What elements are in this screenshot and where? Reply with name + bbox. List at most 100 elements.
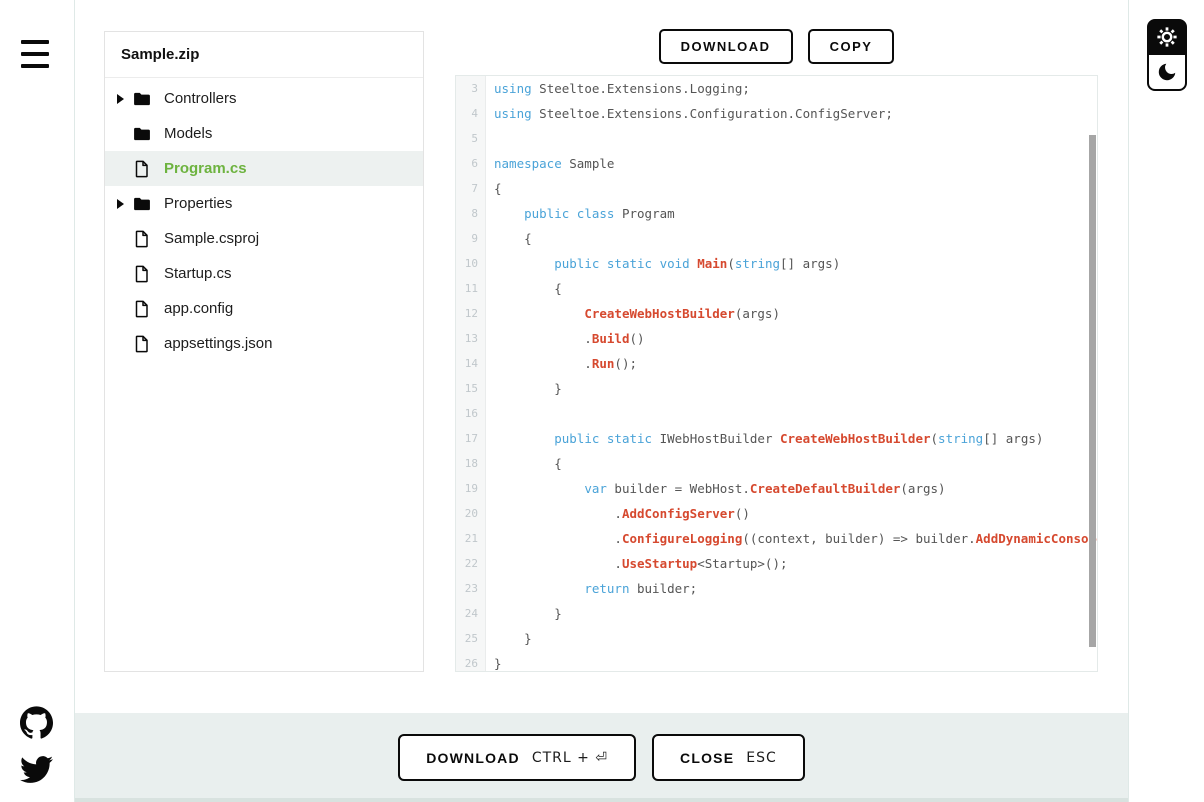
code-text: var builder = WebHost.CreateDefaultBuild… <box>486 476 1097 501</box>
code-line-3: 3using Steeltoe.Extensions.Logging; <box>456 76 1097 101</box>
code-text: .AddConfigServer() <box>486 501 1097 526</box>
code-line-21: 21 .ConfigureLogging((context, builder) … <box>456 526 1097 551</box>
line-number: 20 <box>456 501 486 526</box>
tree-item-models[interactable]: Models <box>105 116 423 151</box>
close-label: CLOSE <box>680 750 734 766</box>
tree-item-label: Sample.csproj <box>164 230 259 247</box>
download-shortcut: CTRL + ⏎ <box>532 750 608 766</box>
code-text: .UseStartup<Startup>(); <box>486 551 1097 576</box>
line-number: 3 <box>456 76 486 101</box>
line-number: 23 <box>456 576 486 601</box>
line-number: 17 <box>456 426 486 451</box>
github-icon[interactable] <box>20 706 53 739</box>
tree-item-program-cs[interactable]: Program.cs <box>105 151 423 186</box>
code-text: public class Program <box>486 201 1097 226</box>
code-line-22: 22 .UseStartup<Startup>(); <box>456 551 1097 576</box>
code-line-5: 5 <box>456 126 1097 151</box>
line-number: 18 <box>456 451 486 476</box>
code-line-15: 15 } <box>456 376 1097 401</box>
line-number: 8 <box>456 201 486 226</box>
tree-item-sample-csproj[interactable]: Sample.csproj <box>105 221 423 256</box>
code-line-26: 26} <box>456 651 1097 672</box>
right-rail <box>1128 0 1204 802</box>
menu-bar <box>21 40 49 44</box>
line-number: 5 <box>456 126 486 151</box>
caret-right-icon <box>117 94 132 104</box>
footer-action-bar: DOWNLOAD CTRL + ⏎ CLOSE ESC <box>75 713 1128 802</box>
code-line-20: 20 .AddConfigServer() <box>456 501 1097 526</box>
code-scrollbar[interactable] <box>1089 135 1096 647</box>
code-text: } <box>486 626 1097 651</box>
code-line-16: 16 <box>456 401 1097 426</box>
code-text: } <box>486 601 1097 626</box>
line-number: 14 <box>456 351 486 376</box>
file-icon <box>132 264 155 284</box>
tree-item-label: Startup.cs <box>164 265 232 282</box>
tree-item-app-config[interactable]: app.config <box>105 291 423 326</box>
caret-right-icon <box>117 199 124 209</box>
folder-icon <box>132 89 155 109</box>
file-icon <box>132 299 155 319</box>
line-number: 22 <box>456 551 486 576</box>
tree-item-label: Properties <box>164 195 232 212</box>
code-text <box>486 126 1097 151</box>
code-text: { <box>486 276 1097 301</box>
tree-item-controllers[interactable]: Controllers <box>105 81 423 116</box>
line-number: 11 <box>456 276 486 301</box>
line-number: 13 <box>456 326 486 351</box>
line-number: 24 <box>456 601 486 626</box>
line-number: 19 <box>456 476 486 501</box>
twitter-icon[interactable] <box>20 753 53 786</box>
code-line-12: 12 CreateWebHostBuilder(args) <box>456 301 1097 326</box>
close-button[interactable]: CLOSE ESC <box>652 734 805 781</box>
file-tree-panel: Sample.zip ControllersModelsProgram.csPr… <box>104 31 424 672</box>
code-text: { <box>486 451 1097 476</box>
tree-item-label: app.config <box>164 300 233 317</box>
line-number: 21 <box>456 526 486 551</box>
folder-icon <box>132 194 155 214</box>
toolbar: DOWNLOAD COPY <box>455 29 1098 64</box>
code-line-8: 8 public class Program <box>456 201 1097 226</box>
code-line-25: 25 } <box>456 626 1097 651</box>
download-label: DOWNLOAD <box>426 750 520 766</box>
code-text: .Run(); <box>486 351 1097 376</box>
code-text: namespace Sample <box>486 151 1097 176</box>
social-links <box>20 706 53 786</box>
code-text: public static IWebHostBuilder CreateWebH… <box>486 426 1097 451</box>
line-number: 7 <box>456 176 486 201</box>
code-line-23: 23 return builder; <box>456 576 1097 601</box>
code-line-7: 7{ <box>456 176 1097 201</box>
code-line-24: 24 } <box>456 601 1097 626</box>
code-line-19: 19 var builder = WebHost.CreateDefaultBu… <box>456 476 1097 501</box>
code-line-11: 11 { <box>456 276 1097 301</box>
code-text: { <box>486 226 1097 251</box>
moon-icon[interactable] <box>1147 55 1187 91</box>
menu-bar <box>21 64 49 68</box>
tree-item-startup-cs[interactable]: Startup.cs <box>105 256 423 291</box>
code-line-10: 10 public static void Main(string[] args… <box>456 251 1097 276</box>
code-line-18: 18 { <box>456 451 1097 476</box>
file-icon <box>132 334 155 354</box>
tree-item-properties[interactable]: Properties <box>105 186 423 221</box>
menu-icon[interactable] <box>21 40 53 68</box>
copy-button[interactable]: COPY <box>808 29 895 64</box>
code-line-17: 17 public static IWebHostBuilder CreateW… <box>456 426 1097 451</box>
sun-icon[interactable] <box>1147 19 1187 55</box>
line-number: 6 <box>456 151 486 176</box>
file-icon <box>132 229 155 249</box>
line-number: 10 <box>456 251 486 276</box>
code-viewer: 3using Steeltoe.Extensions.Logging;4usin… <box>455 75 1098 672</box>
line-number: 15 <box>456 376 486 401</box>
line-number: 12 <box>456 301 486 326</box>
zip-preview-page: DOWNLOAD COPY Sample.zip ControllersMode… <box>0 0 1204 802</box>
line-number: 9 <box>456 226 486 251</box>
code-lines: 3using Steeltoe.Extensions.Logging;4usin… <box>456 76 1097 672</box>
download-button-top[interactable]: DOWNLOAD <box>659 29 793 64</box>
tree-item-label: appsettings.json <box>164 335 272 352</box>
download-button-bottom[interactable]: DOWNLOAD CTRL + ⏎ <box>398 734 636 781</box>
code-line-9: 9 { <box>456 226 1097 251</box>
tree-item-appsettings-json[interactable]: appsettings.json <box>105 326 423 361</box>
caret-right-icon <box>117 199 132 209</box>
menu-bar <box>21 52 49 56</box>
code-text: using Steeltoe.Extensions.Logging; <box>486 76 1097 101</box>
